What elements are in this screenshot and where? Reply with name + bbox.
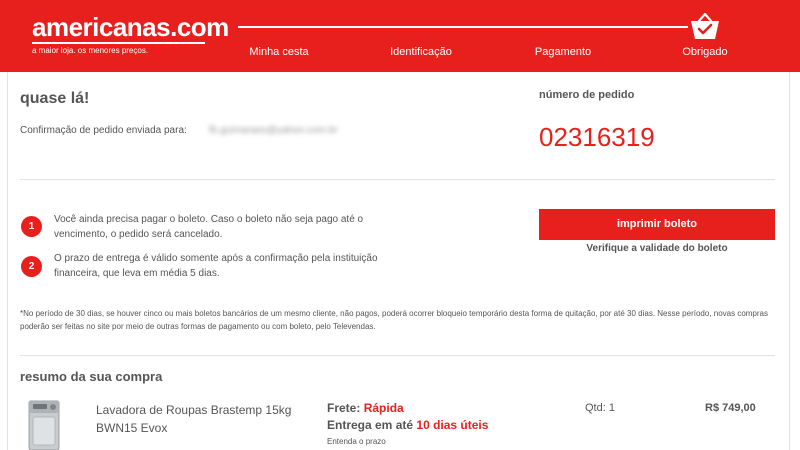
product-quantity: Qtd: 1 [585, 402, 615, 414]
delivery-time: Entrega em até 10 dias úteis [327, 418, 488, 432]
basket-check-icon [691, 12, 719, 39]
delivery-value: 10 dias úteis [416, 418, 489, 432]
summary-title: resumo da sua compra [20, 369, 163, 384]
step-pagamento: Pagamento [534, 46, 592, 58]
checkout-progress-line [238, 26, 688, 28]
product-name[interactable]: Lavadora de Roupas Brastemp 15kg BWN15 E… [96, 401, 316, 437]
order-number-label: número de pedido [539, 89, 635, 101]
delivery-label: Entrega em até [327, 418, 414, 432]
product-price: R$ 749,00 [705, 402, 756, 414]
section-divider [20, 179, 775, 180]
shipping-label: Frete: [327, 401, 361, 415]
page-title: quase lá! [20, 90, 90, 107]
logo-underline [32, 42, 205, 44]
logo-wordmark: americanas.com [32, 12, 229, 42]
print-boleto-button[interactable]: imprimir boleto [539, 209, 775, 240]
shipping-value: Rápida [363, 401, 404, 415]
note-2-text: O prazo de entrega é válido somente após… [54, 253, 378, 279]
logo-tagline: a maior loja. os menores preços. [32, 46, 149, 55]
confirmation-email: fb.guimaraes@yahoo.com.br [209, 125, 338, 136]
washing-machine-image[interactable] [25, 397, 63, 450]
confirmation-label: Confirmação de pedido enviada para: [20, 125, 187, 136]
step-minha-cesta: Minha cesta [249, 46, 309, 58]
verify-boleto-link[interactable]: Verifique a validade do boleto [539, 243, 775, 254]
step-identificacao: Identificação [390, 46, 452, 58]
note-2-badge: 2 [21, 256, 42, 277]
order-number: 02316319 [539, 122, 655, 152]
shipping-type: Frete: Rápida [327, 401, 404, 415]
step-obrigado: Obrigado [682, 46, 728, 58]
note-1-text: Você ainda precisa pagar o boleto. Caso … [54, 214, 364, 240]
note-1-badge: 1 [21, 216, 42, 237]
americanas-logo[interactable]: americanas.com a maior loja. os menores … [32, 12, 229, 55]
boleto-disclaimer: *No período de 30 dias, se houver cinco … [20, 309, 768, 331]
section-divider [20, 355, 775, 356]
site-header: americanas.com a maior loja. os menores … [0, 0, 800, 72]
understand-deadline-link[interactable]: Entenda o prazo [327, 437, 386, 446]
